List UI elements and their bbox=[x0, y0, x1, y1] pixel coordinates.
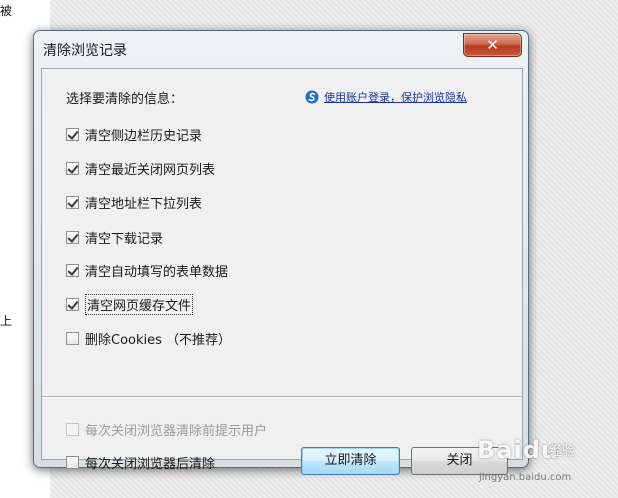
option-clear-on-close[interactable]: 每次关闭浏览器后清除 bbox=[66, 453, 216, 472]
checkbox[interactable] bbox=[66, 195, 79, 209]
dialog-title: 清除浏览记录 bbox=[43, 43, 127, 59]
watermark-url: jingyan.baidu.com bbox=[479, 472, 572, 483]
option-clear-form-data[interactable]: 清空自动填写的表单数据 bbox=[66, 261, 229, 280]
account-icon bbox=[305, 90, 319, 104]
option-clear-address-dropdown[interactable]: 清空地址栏下拉列表 bbox=[66, 193, 203, 212]
login-link[interactable]: 使用账户登录，保护浏览隐私 bbox=[324, 89, 467, 105]
checkbox[interactable] bbox=[66, 297, 79, 311]
option-label: 清空自动填写的表单数据 bbox=[85, 264, 229, 280]
option-label: 每次关闭浏览器清除前提示用户 bbox=[85, 423, 268, 439]
option-delete-cookies[interactable]: 删除Cookies （不推荐） bbox=[66, 329, 232, 348]
checkbox bbox=[66, 422, 79, 436]
document-text-fragment: 被 bbox=[0, 4, 13, 18]
checkbox[interactable] bbox=[66, 331, 79, 345]
option-label: 清空侧边栏历史记录 bbox=[85, 128, 203, 144]
option-label: 清空下载记录 bbox=[85, 231, 164, 247]
close-icon: ✕ bbox=[486, 36, 499, 54]
option-label: 删除Cookies （不推荐） bbox=[85, 332, 232, 348]
select-prompt: 选择要清除的信息： bbox=[66, 92, 184, 107]
watermark-brand: Baidu bbox=[477, 436, 559, 464]
option-label: 清空最近关闭网页列表 bbox=[85, 162, 216, 178]
option-label: 清空地址栏下拉列表 bbox=[85, 196, 203, 212]
separator bbox=[42, 396, 522, 398]
checkbox[interactable] bbox=[66, 161, 79, 175]
checkbox[interactable] bbox=[66, 127, 79, 141]
clear-history-dialog: 清除浏览记录 ✕ 选择要清除的信息： 使用账户登录，保护浏览隐私 清空侧边栏历史… bbox=[33, 30, 529, 475]
checkbox[interactable] bbox=[66, 263, 79, 277]
option-clear-cache[interactable]: 清空网页缓存文件 bbox=[66, 293, 194, 315]
checkbox[interactable] bbox=[66, 230, 79, 244]
watermark: Baidu 经验 jingyan.baidu.com bbox=[477, 432, 617, 492]
option-clear-downloads[interactable]: 清空下载记录 bbox=[66, 228, 164, 247]
dialog-body: 选择要清除的信息： 使用账户登录，保护浏览隐私 清空侧边栏历史记录 清空最近关闭… bbox=[41, 68, 523, 475]
option-prompt-before-clear: 每次关闭浏览器清除前提示用户 bbox=[66, 420, 268, 439]
checkbox[interactable] bbox=[66, 455, 79, 469]
close-window-button[interactable]: ✕ bbox=[463, 33, 522, 57]
watermark-experience: 经验 bbox=[549, 444, 576, 459]
option-clear-sidebar-history[interactable]: 清空侧边栏历史记录 bbox=[66, 125, 203, 144]
option-clear-recent-closed[interactable]: 清空最近关闭网页列表 bbox=[66, 159, 216, 178]
option-label: 清空网页缓存文件 bbox=[85, 293, 194, 315]
document-text-fragment: 上 bbox=[0, 314, 13, 328]
clear-now-button[interactable]: 立即清除 bbox=[301, 447, 400, 475]
option-label: 每次关闭浏览器后清除 bbox=[85, 456, 216, 472]
